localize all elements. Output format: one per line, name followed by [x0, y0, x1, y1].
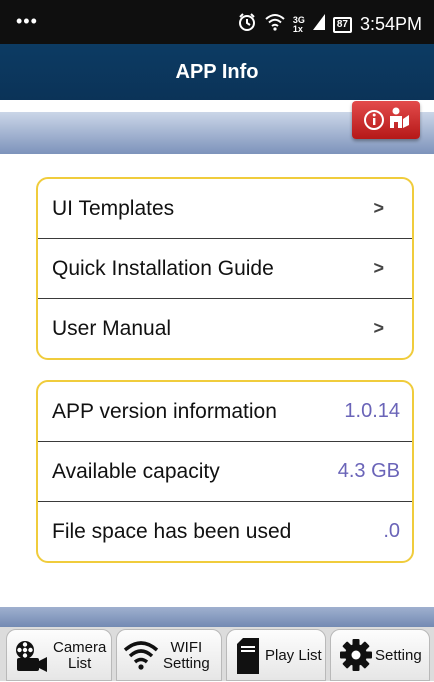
info-row-file-space-used: File space has been used .0: [38, 502, 412, 561]
menu-group: UI Templates > Quick Installation Guide …: [36, 177, 414, 360]
clock: 3:54PM: [359, 14, 422, 34]
info-label: File space has been used: [52, 520, 292, 543]
menu-item-user-manual[interactable]: User Manual >: [38, 299, 412, 358]
gear-icon: [339, 638, 373, 677]
network-1x: 1x: [292, 23, 303, 34]
tab-label-line1: Setting: [375, 647, 422, 664]
info-label: Available capacity: [52, 460, 220, 483]
info-circle-icon: [364, 110, 384, 130]
info-value: 4.3 GB: [337, 460, 400, 482]
menu-item-ui-templates[interactable]: UI Templates >: [38, 179, 412, 239]
tab-label-line1: Camera: [53, 639, 107, 656]
tab-label: Play List: [265, 630, 323, 682]
signal-icon: [312, 14, 325, 35]
info-group: APP version information 1.0.14 Available…: [36, 380, 414, 563]
info-label: APP version information: [52, 400, 277, 423]
tab-label: WIFI Setting: [163, 630, 219, 682]
chevron-right-icon: >: [373, 198, 384, 218]
network-indicator: 3G 1x: [292, 15, 305, 34]
person-reading-icon: [390, 107, 409, 128]
chevron-right-icon: >: [373, 318, 384, 338]
info-row-available-capacity: Available capacity 4.3 GB: [38, 442, 412, 502]
info-badge-button[interactable]: [352, 101, 420, 139]
tab-play-list[interactable]: Play List: [226, 629, 326, 681]
tab-wifi-setting[interactable]: WIFI Setting: [116, 629, 222, 681]
menu-item-label: UI Templates: [52, 197, 175, 220]
footer-strip: [0, 607, 434, 629]
battery-icon: 87: [332, 16, 352, 33]
tab-setting[interactable]: Setting: [330, 629, 430, 681]
tab-label-line1: Play List: [265, 647, 322, 664]
info-value: .0: [383, 520, 400, 542]
wifi-status-icon: [265, 13, 285, 36]
tab-label: Setting: [375, 630, 429, 682]
tab-camera-list[interactable]: Camera List: [6, 629, 112, 681]
menu-item-label: Quick Installation Guide: [52, 257, 274, 280]
info-row-app-version: APP version information 1.0.14: [38, 382, 412, 442]
tab-bar: Camera List WIFI Setting Play List Setti…: [0, 627, 434, 681]
sd-card-icon: [237, 638, 259, 679]
info-value: 1.0.14: [344, 400, 400, 422]
tab-label: Camera List: [53, 630, 109, 682]
menu-item-label: User Manual: [52, 317, 172, 340]
status-bar: ••• 3G 1x 87 3:54PM: [0, 0, 434, 44]
tab-label-line2: Setting: [163, 655, 210, 672]
chevron-right-icon: >: [373, 258, 384, 278]
wifi-icon: [123, 638, 159, 677]
tab-label-line1: WIFI: [170, 639, 203, 656]
alarm-icon: [237, 12, 257, 37]
overflow-dots: •••: [16, 11, 38, 31]
menu-item-quick-installation-guide[interactable]: Quick Installation Guide >: [38, 239, 412, 299]
tab-label-line2: List: [68, 655, 92, 672]
camera-reel-icon: [13, 638, 49, 679]
page-title: APP Info: [0, 44, 434, 100]
